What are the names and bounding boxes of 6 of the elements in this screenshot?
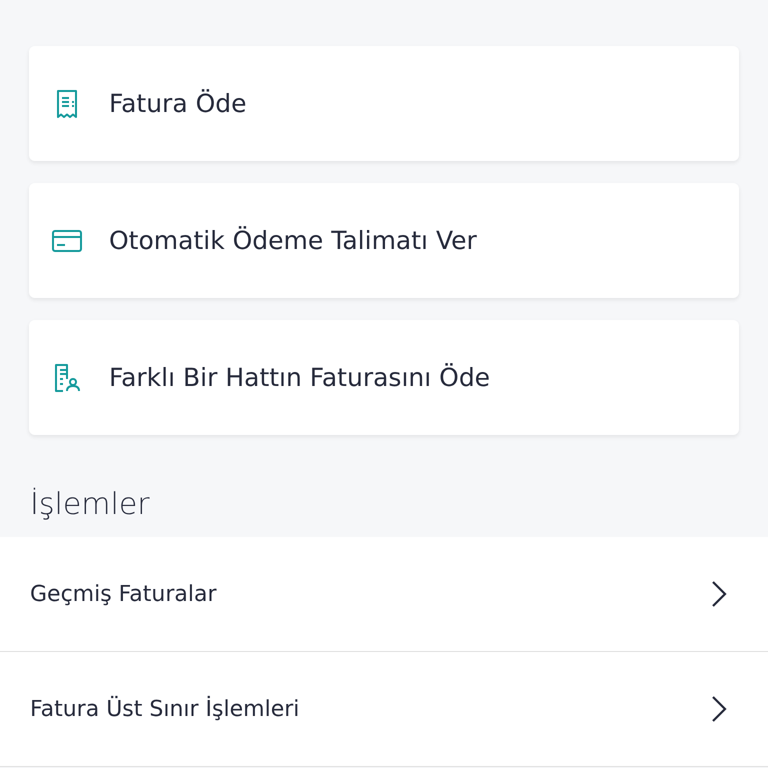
action-card[interactable]: Otomatik Ödeme Talimatı Ver xyxy=(29,183,739,298)
chevron-right-icon xyxy=(710,695,728,723)
action-card[interactable]: Farklı Bir Hattın Faturasını Öde xyxy=(29,320,739,435)
chevron-right-icon xyxy=(710,580,728,608)
action-card[interactable]: Fatura Öde xyxy=(29,46,739,161)
section-title: İşlemler xyxy=(29,486,151,524)
